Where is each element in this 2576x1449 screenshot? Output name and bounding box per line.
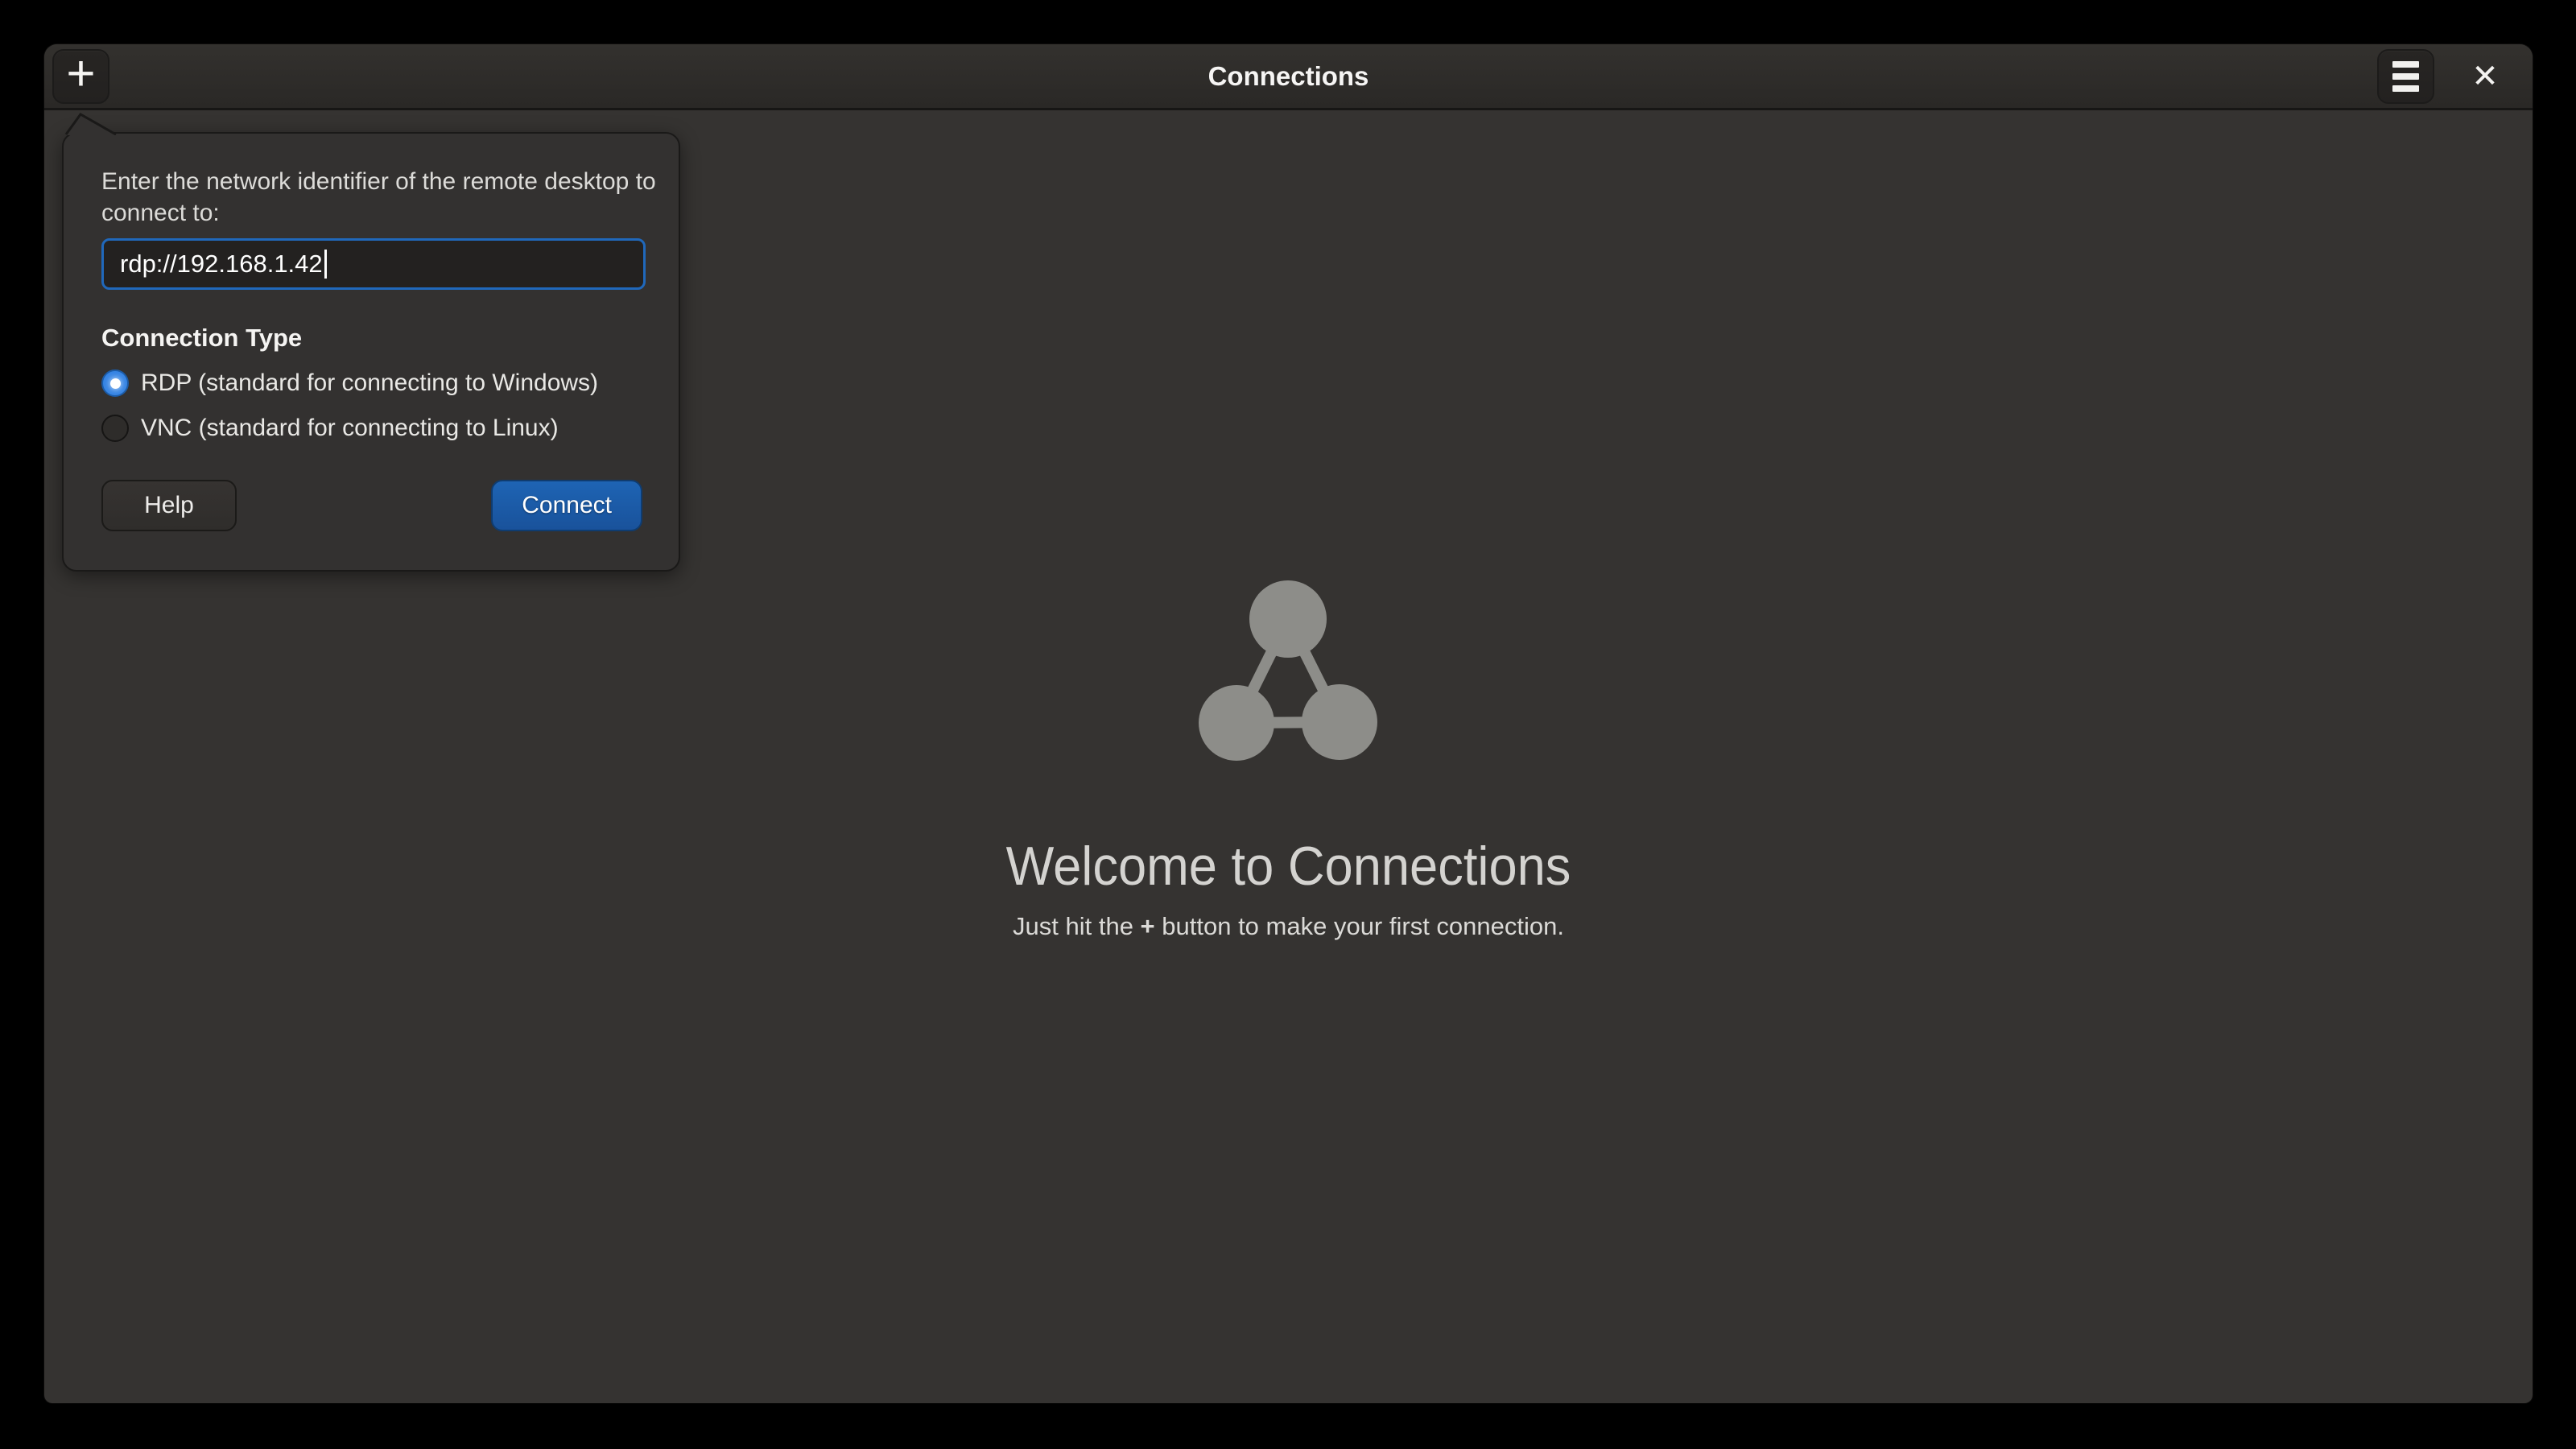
plus-icon: + [66, 49, 95, 99]
hint-prefix: Just hit the [1013, 912, 1141, 940]
close-window-button[interactable]: ✕ [2458, 50, 2512, 103]
popover-actions: Help Connect [101, 480, 642, 531]
titlebar-right-controls: ✕ [2377, 49, 2512, 104]
connect-button[interactable]: Connect [491, 480, 642, 531]
radio-dot [110, 378, 121, 389]
close-icon: ✕ [2471, 60, 2499, 93]
new-connection-button[interactable]: + [52, 49, 109, 104]
welcome-hint: Just hit the + button to make your first… [44, 912, 2533, 941]
network-connections-icon [1199, 580, 1377, 761]
radio-option-vnc[interactable]: VNC (standard for connecting to Linux) [101, 411, 559, 446]
connection-prompt-label: Enter the network identifier of the remo… [101, 166, 657, 229]
radio-option-label: RDP (standard for connecting to Windows) [141, 369, 598, 397]
new-connection-popover: Enter the network identifier of the remo… [62, 132, 680, 572]
plus-glyph: + [1141, 912, 1155, 940]
titlebar: + Connections ✕ [44, 44, 2533, 110]
address-input[interactable]: rdp://192.168.1.42 [101, 238, 646, 290]
popover-arrow [62, 112, 126, 135]
connections-window: + Connections ✕ Enter the network identi… [44, 44, 2533, 1403]
address-value: rdp://192.168.1.42 [120, 250, 323, 279]
text-caret [324, 250, 327, 279]
primary-menu-button[interactable] [2377, 49, 2434, 104]
radio-button-icon [101, 369, 129, 397]
help-button[interactable]: Help [101, 480, 237, 531]
connection-type-heading: Connection Type [101, 324, 302, 353]
hint-suffix: button to make your first connection. [1155, 912, 1564, 940]
radio-option-label: VNC (standard for connecting to Linux) [141, 415, 559, 442]
hamburger-menu-icon [2392, 61, 2419, 92]
welcome-title: Welcome to Connections [131, 835, 2446, 898]
radio-option-rdp[interactable]: RDP (standard for connecting to Windows) [101, 365, 598, 401]
radio-button-icon [101, 415, 129, 442]
window-title: Connections [44, 61, 2533, 92]
